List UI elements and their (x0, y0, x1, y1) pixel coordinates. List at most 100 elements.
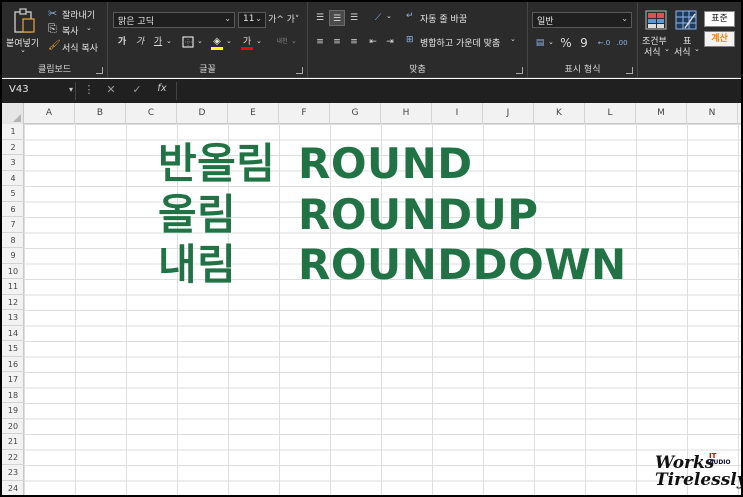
row-header-1[interactable]: 1 (2, 124, 24, 140)
cancel-icon[interactable]: ✕ (104, 83, 118, 99)
row-header-5[interactable]: 5 (2, 186, 24, 202)
font-name-value: 맑은 고딕 (118, 17, 154, 27)
column-header-l[interactable]: L (585, 103, 636, 124)
row-header-19[interactable]: 19 (2, 403, 24, 419)
content-row-1-korean: 반올림 (158, 139, 276, 188)
column-header-k[interactable]: K (534, 103, 585, 124)
row-header-9[interactable]: 9 (2, 248, 24, 264)
decrease-indent-icon: ⇤ (369, 37, 377, 47)
column-header-h[interactable]: H (381, 103, 432, 124)
increase-decimal-button[interactable]: ←.0 (596, 35, 612, 51)
align-top-button[interactable]: ☰ (312, 10, 328, 26)
row-header-10[interactable]: 10 (2, 264, 24, 279)
paste-button[interactable]: 붙여넣기 ⌄ (6, 6, 42, 54)
decrease-indent-button[interactable]: ⇤ (365, 34, 381, 50)
align-middle-button[interactable]: ☰ (329, 10, 345, 26)
column-header-d[interactable]: D (177, 103, 228, 124)
orientation-button[interactable]: ⟋ (370, 10, 386, 26)
shrink-font-button[interactable]: 가˅ (285, 12, 301, 28)
cut-button[interactable]: ✂ 잘라내기 (48, 7, 106, 21)
font-size-select[interactable]: 11 ⌄ (238, 12, 266, 28)
align-bottom-button[interactable]: ☰ (346, 10, 362, 26)
merge-center-label: 병합하고 가운데 맞춤 (420, 39, 501, 49)
column-header-e[interactable]: E (228, 103, 279, 124)
percent-button[interactable]: % (558, 35, 574, 51)
align-center-button[interactable]: ≡ (329, 34, 345, 50)
italic-button[interactable]: 가 (132, 34, 148, 50)
column-header-i[interactable]: I (432, 103, 483, 124)
row-header-11[interactable]: 11 (2, 279, 24, 295)
row-header-21[interactable]: 21 (2, 434, 24, 450)
format-table-button[interactable]: 표 서식 ⌄ (672, 8, 700, 58)
font-color-swatch (241, 47, 253, 50)
row-header-4[interactable]: 4 (2, 171, 24, 186)
more-options-icon[interactable]: ⋮ (82, 83, 96, 99)
dialog-launcher-icon[interactable] (626, 67, 633, 74)
row-header-13[interactable]: 13 (2, 310, 24, 326)
copy-button[interactable]: ⎘ 복사 ⌄ (48, 22, 106, 37)
style-calc-cell[interactable]: 계산 (704, 31, 735, 47)
column-header-j[interactable]: J (483, 103, 534, 124)
row-header-2[interactable]: 2 (2, 140, 24, 155)
formula-input[interactable] (176, 82, 738, 100)
merge-center-button[interactable]: ⊞ 병합하고 가운데 맞춤 ⌄ (406, 35, 524, 49)
cut-label: 잘라내기 (62, 11, 96, 21)
border-button[interactable] (180, 34, 196, 50)
align-right-button[interactable]: ≡ (346, 34, 362, 50)
column-header-a[interactable]: A (24, 103, 75, 124)
copy-label: 복사 (62, 27, 79, 37)
accounting-button[interactable]: ▤ (532, 35, 548, 51)
decrease-decimal-button[interactable]: .00 (614, 35, 630, 51)
column-header-c[interactable]: C (126, 103, 177, 124)
number-format-select[interactable]: 일반 ⌄ (532, 12, 632, 28)
worksheet-grid: ABCDEFGHIJKLMN 1 2 3 4 5 6 7 8 9 10 11 12 13 14 15 16 17… (2, 103, 741, 495)
insert-function-icon[interactable]: fx (155, 83, 169, 99)
enter-icon[interactable]: ✓ (130, 83, 144, 99)
font-color-button[interactable]: 가 (239, 34, 255, 50)
row-header-24[interactable]: 24 (2, 481, 24, 496)
column-header-b[interactable]: B (75, 103, 126, 124)
row-header-22[interactable]: 22 (2, 450, 24, 465)
style-normal-cell[interactable]: 표준 (704, 11, 735, 27)
name-box[interactable]: V43 ▾ (6, 82, 76, 100)
row-header-15[interactable]: 15 (2, 341, 24, 357)
fill-color-button[interactable]: ◈ (209, 34, 225, 50)
row-header-8[interactable]: 8 (2, 233, 24, 248)
content-row-3-korean: 내림 (158, 240, 237, 289)
grow-font-button[interactable]: 가^ (268, 12, 284, 28)
chevron-down-icon: ⌄ (20, 46, 26, 54)
row-header-16[interactable]: 16 (2, 357, 24, 372)
phonetic-button[interactable]: 내천 (274, 34, 290, 50)
chevron-down-icon: ▾ (68, 85, 73, 94)
align-bottom-icon: ☰ (349, 13, 359, 23)
column-header-m[interactable]: M (636, 103, 687, 124)
select-all-button[interactable] (2, 103, 24, 124)
increase-indent-button[interactable]: ⇥ (382, 34, 398, 50)
excel-window: 붙여넣기 ⌄ ✂ 잘라내기 ⎘ 복사 ⌄ 🖌 서식 복사 클립보드 맑은 고딕 (2, 2, 741, 495)
row-header-23[interactable]: 23 (2, 465, 24, 481)
wrap-text-button[interactable]: ↵ 자동 줄 바꿈 (406, 11, 486, 25)
dialog-launcher-icon[interactable] (296, 67, 303, 74)
row-header-6[interactable]: 6 (2, 202, 24, 217)
bold-button[interactable]: 가 (114, 34, 130, 50)
row-header-20[interactable]: 20 (2, 419, 24, 434)
row-header-3[interactable]: 3 (2, 155, 24, 171)
conditional-format-button[interactable]: 조건부 서식 ⌄ (642, 8, 670, 58)
row-header-7[interactable]: 7 (2, 217, 24, 233)
underline-button[interactable]: 가 (150, 34, 166, 50)
content-row-2-english: ROUNDUP (298, 190, 539, 239)
align-left-button[interactable]: ≡ (312, 34, 328, 50)
row-header-18[interactable]: 18 (2, 388, 24, 403)
row-header-17[interactable]: 17 (2, 372, 24, 388)
column-header-f[interactable]: F (279, 103, 330, 124)
comma-button[interactable]: 9 (576, 35, 592, 51)
font-name-select[interactable]: 맑은 고딕 ⌄ (113, 12, 235, 28)
row-header-14[interactable]: 14 (2, 326, 24, 341)
dialog-launcher-icon[interactable] (516, 67, 523, 74)
row-header-12[interactable]: 12 (2, 295, 24, 310)
format-painter-button[interactable]: 🖌 서식 복사 (48, 40, 106, 54)
column-header-g[interactable]: G (330, 103, 381, 124)
align-right-icon: ≡ (350, 37, 358, 47)
column-header-n[interactable]: N (687, 103, 738, 124)
dialog-launcher-icon[interactable] (96, 67, 103, 74)
